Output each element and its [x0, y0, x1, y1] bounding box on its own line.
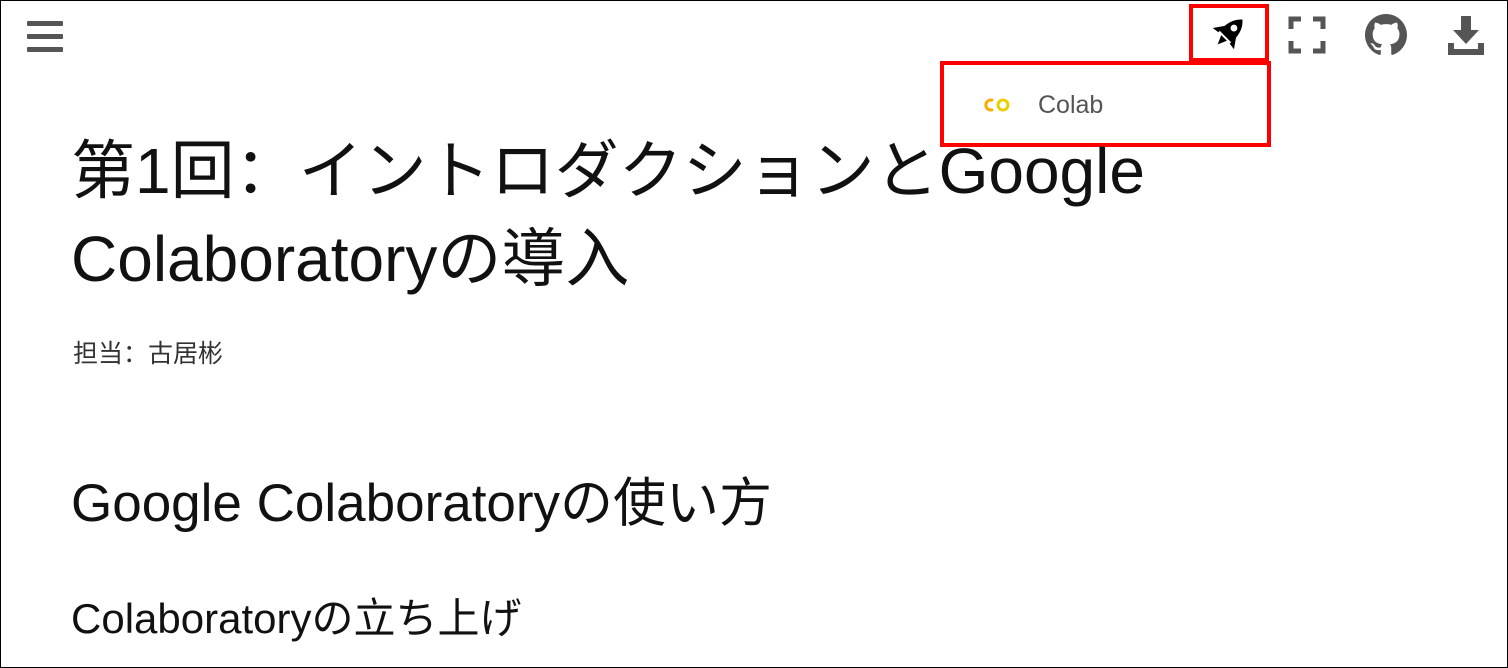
hamburger-menu-icon[interactable] — [27, 19, 65, 55]
github-icon — [1365, 14, 1407, 55]
colab-logo-icon — [984, 98, 1010, 112]
fullscreen-button[interactable] — [1277, 7, 1337, 63]
dropdown-item-label: Colab — [1038, 91, 1104, 119]
page-frame: Colab 第1回：イントロダクションとGoogle Colaboratoryの… — [0, 0, 1508, 668]
author-line: 担当：古居彬 — [73, 340, 224, 368]
launch-button[interactable] — [1189, 4, 1269, 62]
section-heading: Google Colaboratoryの使い方 — [71, 474, 773, 533]
rocket-icon — [1212, 19, 1243, 50]
fullscreen-icon — [1288, 16, 1326, 54]
dropdown-item-colab[interactable]: Colab — [954, 75, 1254, 135]
download-button[interactable] — [1436, 7, 1496, 63]
download-icon — [1448, 16, 1484, 55]
subsection-heading: Colaboratoryの立ち上げ — [71, 595, 522, 642]
github-button[interactable] — [1356, 7, 1416, 63]
page-title: 第1回：イントロダクションとGoogle Colaboratoryの導入 — [71, 135, 1145, 295]
